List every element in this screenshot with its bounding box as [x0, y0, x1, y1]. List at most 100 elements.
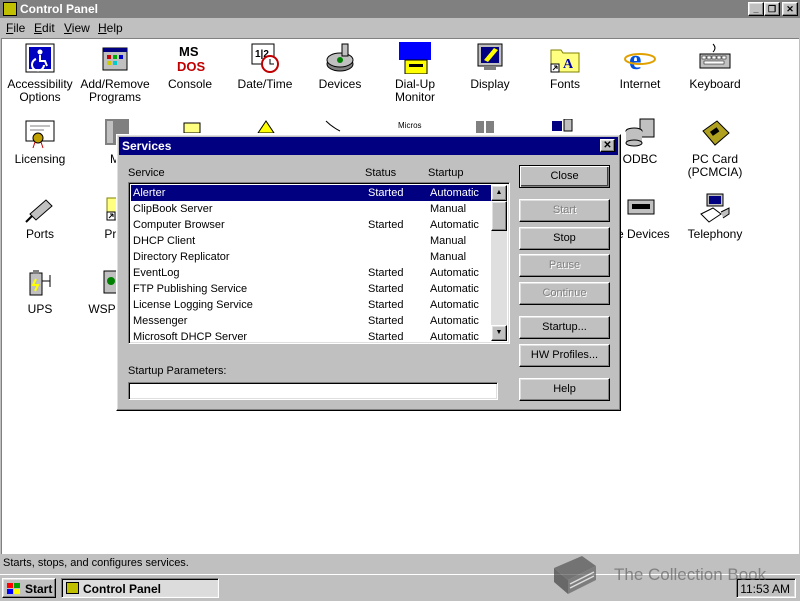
service-status: Started	[368, 283, 404, 295]
service-row[interactable]: DHCP Client Manual	[131, 233, 491, 249]
ups-battery-icon	[24, 267, 56, 299]
console-msdos-icon: MS DOS	[174, 42, 206, 74]
fonts-item[interactable]: A Fonts	[527, 42, 603, 91]
mouse-icon	[324, 119, 344, 133]
accessibility-icon	[24, 42, 56, 74]
start-button[interactable]: Start	[2, 578, 56, 598]
service-name: Computer Browser	[133, 219, 225, 231]
display-icon	[474, 42, 506, 74]
dial-up-monitor-item[interactable]: Dial-Up Monitor	[377, 42, 453, 104]
network-icon	[474, 119, 498, 133]
service-status: Started	[368, 331, 404, 343]
maximize-button[interactable]: ❐	[764, 2, 780, 16]
scroll-up-arrow-icon[interactable]: ▲	[491, 185, 507, 201]
multimedia-icon	[256, 119, 276, 134]
start-service-button[interactable]: Start	[519, 199, 610, 222]
close-window-button[interactable]: ✕	[782, 2, 798, 16]
services-list-scrollbar[interactable]: ▲ ▼	[491, 185, 507, 341]
service-name: DHCP Client	[133, 235, 196, 247]
services-dialog-title: Services	[122, 139, 172, 153]
service-startup: Automatic	[430, 187, 479, 199]
service-startup: Automatic	[430, 267, 479, 279]
service-startup: Automatic	[430, 299, 479, 311]
console-item[interactable]: MS DOS Console	[152, 42, 228, 91]
watermark: The Collection Book	[548, 548, 798, 598]
tape-devices-icon	[624, 192, 656, 224]
continue-service-button[interactable]: Continue	[519, 282, 610, 305]
service-row[interactable]: EventLog Started Automatic	[131, 265, 491, 281]
services-dialog-titlebar[interactable]: Services ✕	[119, 137, 618, 155]
service-row[interactable]: Microsoft DHCP Server Started Automatic	[131, 329, 491, 343]
service-status: Started	[368, 187, 404, 199]
menu-view[interactable]: View	[64, 21, 90, 35]
menu-help[interactable]: Help	[98, 21, 123, 35]
windows-logo-icon	[7, 583, 21, 594]
service-row[interactable]: Directory Replicator Manual	[131, 249, 491, 265]
telephony-item[interactable]: Telephony	[677, 192, 753, 241]
svg-text:Micros: Micros	[398, 121, 422, 130]
service-startup: Manual	[430, 251, 467, 263]
watermark-text: The Collection Book	[614, 565, 767, 584]
internet-item[interactable]: e Internet	[602, 42, 678, 91]
ports-item[interactable]: Ports	[2, 192, 78, 241]
service-name: ClipBook Server	[133, 203, 213, 215]
stop-service-button[interactable]: Stop	[519, 227, 610, 250]
taskbar-task-label: Control Panel	[83, 582, 162, 596]
scroll-thumb[interactable]	[491, 201, 507, 231]
service-name: Microsoft DHCP Server	[133, 331, 248, 343]
pause-service-button[interactable]: Pause	[519, 254, 610, 277]
hw-profiles-button[interactable]: HW Profiles...	[519, 344, 610, 367]
service-name: FTP Publishing Service	[133, 283, 248, 295]
service-row[interactable]: License Logging Service Started Automatic	[131, 297, 491, 313]
dialog-close-icon[interactable]: ✕	[600, 139, 615, 152]
fonts-folder-icon: A	[549, 42, 581, 74]
startup-parameters-label: Startup Parameters:	[128, 365, 227, 377]
svg-text:DOS: DOS	[177, 59, 206, 74]
licensing-certificate-icon	[24, 117, 56, 149]
service-startup: Automatic	[430, 331, 479, 343]
add-remove-programs-item[interactable]: Add/Remove Programs	[77, 42, 153, 104]
column-header-startup: Startup	[428, 167, 464, 179]
service-name: License Logging Service	[133, 299, 253, 311]
service-status: Started	[368, 299, 404, 311]
svg-text:MS: MS	[179, 44, 199, 59]
minimize-button[interactable]: _	[748, 2, 764, 16]
close-button[interactable]: Close	[519, 165, 610, 188]
window-titlebar[interactable]: Control Panel _ ❐ ✕	[0, 0, 800, 18]
devices-icon	[324, 42, 356, 74]
keyboard-item[interactable]: Keyboard	[677, 42, 753, 91]
taskbar-control-panel-button[interactable]: Control Panel	[61, 578, 219, 598]
odbc-icon	[624, 117, 656, 149]
svg-text:A: A	[563, 57, 574, 72]
menu-edit[interactable]: Edit	[34, 21, 55, 35]
display-item[interactable]: Display	[452, 42, 528, 91]
help-button[interactable]: Help	[519, 378, 610, 401]
service-row[interactable]: Alerter Started Automatic	[131, 185, 491, 201]
service-row[interactable]: Computer Browser Started Automatic	[131, 217, 491, 233]
service-row[interactable]: FTP Publishing Service Started Automatic	[131, 281, 491, 297]
service-status: Started	[368, 315, 404, 327]
column-header-service: Service	[128, 167, 165, 179]
pc-card-icon	[699, 117, 731, 149]
service-startup: Automatic	[430, 283, 479, 295]
service-row[interactable]: ClipBook Server Manual	[131, 201, 491, 217]
service-status: Started	[368, 267, 404, 279]
service-name: EventLog	[133, 267, 180, 279]
startup-parameters-input[interactable]	[128, 382, 498, 400]
licensing-item[interactable]: Licensing	[2, 117, 78, 166]
service-startup: Automatic	[430, 315, 479, 327]
date-time-item[interactable]: 1|2 Date/Time	[227, 42, 303, 91]
svg-text:e: e	[629, 45, 641, 74]
service-startup: Manual	[430, 203, 467, 215]
accessibility-options-item[interactable]: Accessibility Options	[2, 42, 78, 104]
book-logo-icon	[548, 552, 600, 596]
server-icon	[550, 118, 574, 133]
startup-button[interactable]: Startup...	[519, 316, 610, 339]
service-row[interactable]: Messenger Started Automatic	[131, 313, 491, 329]
scroll-down-arrow-icon[interactable]: ▼	[491, 325, 507, 341]
devices-item[interactable]: Devices	[302, 42, 378, 91]
services-list[interactable]: Alerter Started Automatic ClipBook Server Ma…	[128, 182, 510, 344]
pc-card-item[interactable]: PC Card (PCMCIA)	[677, 117, 753, 179]
control-panel-icon	[66, 582, 79, 594]
menu-file[interactable]: File	[6, 21, 25, 35]
